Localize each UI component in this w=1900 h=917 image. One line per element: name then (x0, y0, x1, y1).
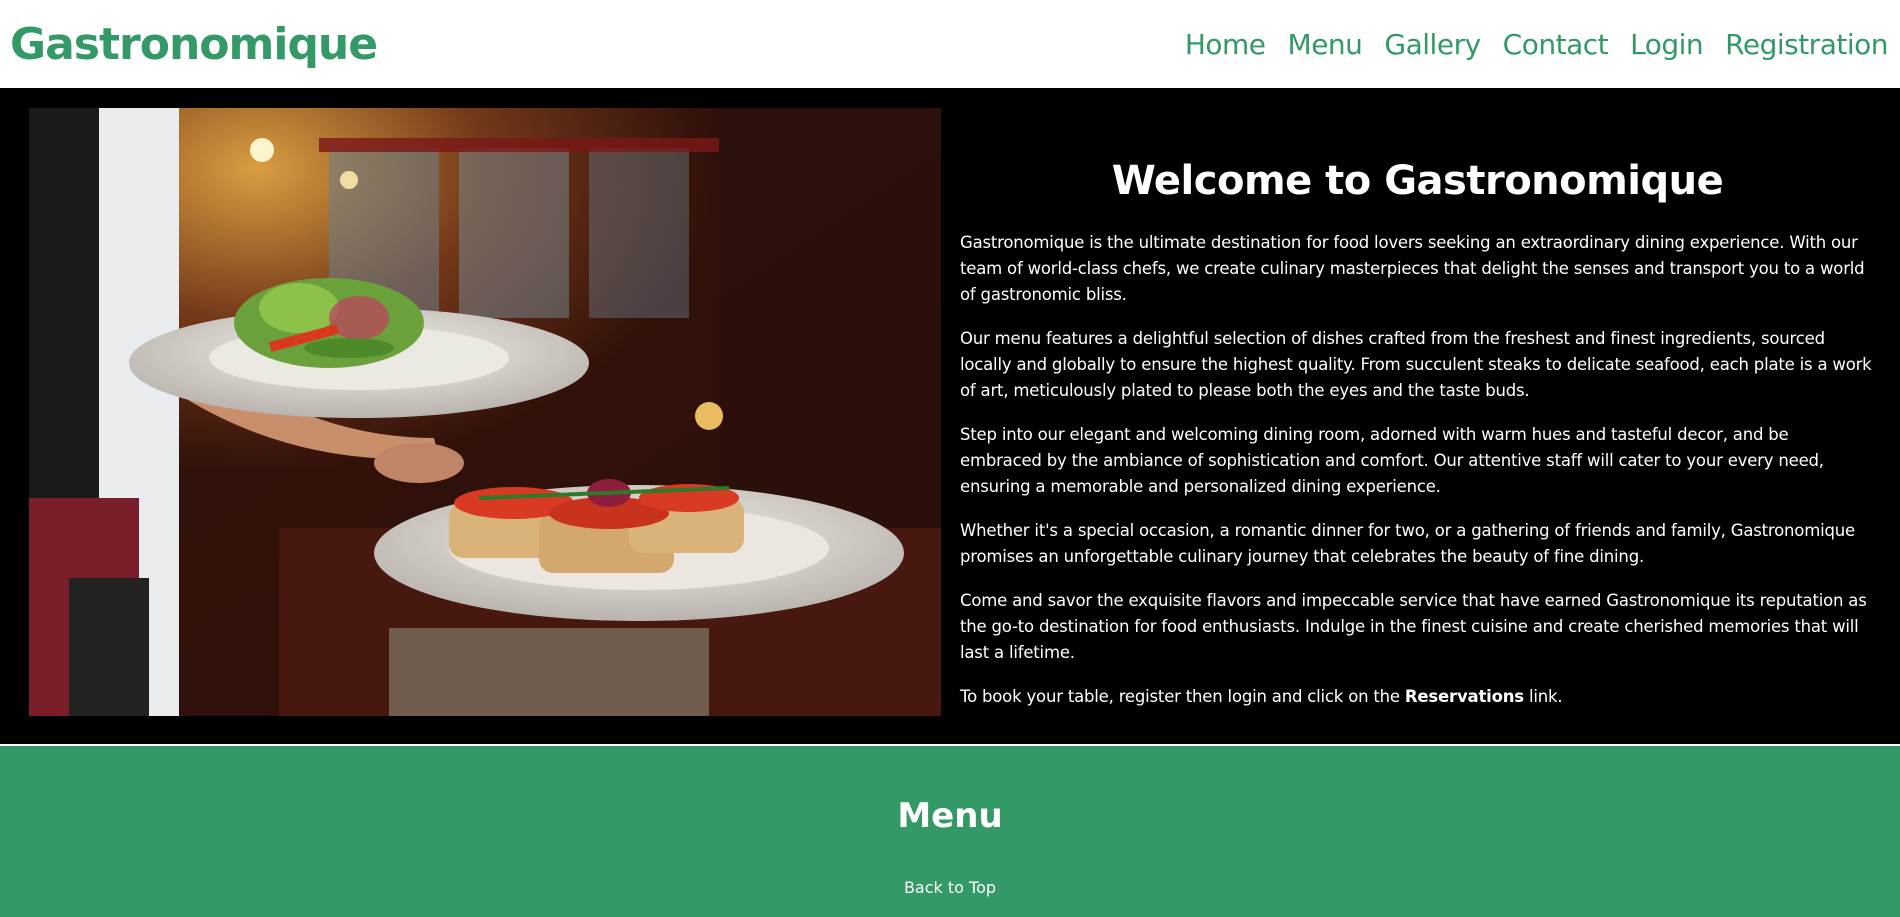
intro-paragraph: Gastronomique is the ultimate destinatio… (960, 233, 1865, 304)
back-to-top-link[interactable]: Back to Top (0, 878, 1900, 897)
welcome-title: Welcome to Gastronomique (1111, 158, 1724, 204)
waiter-plates-illustration (29, 108, 941, 716)
menu-paragraph: Our menu features a delightful selection… (960, 329, 1872, 400)
nav-registration[interactable]: Registration (1725, 28, 1888, 61)
hero-section: Welcome to Gastronomique Gastronomique i… (0, 88, 1900, 744)
nav-home[interactable]: Home (1185, 28, 1266, 61)
savor-paragraph: Come and savor the exquisite flavors and… (960, 591, 1867, 662)
booking-prefix: To book your table, register then login … (960, 687, 1405, 706)
brand-logo[interactable]: Gastronomique (10, 19, 378, 70)
hero-text: Welcome to Gastronomique Gastronomique i… (960, 158, 1875, 728)
nav-contact[interactable]: Contact (1503, 28, 1609, 61)
booking-suffix: link. (1523, 687, 1563, 706)
nav-login[interactable]: Login (1630, 28, 1704, 61)
nav-gallery[interactable]: Gallery (1384, 28, 1481, 61)
main-nav: Home Menu Gallery Contact Login Registra… (1185, 28, 1889, 61)
dining-room-paragraph: Step into our elegant and welcoming dini… (960, 425, 1824, 496)
menu-section: Menu Back to Top (0, 746, 1900, 917)
occasion-paragraph: Whether it's a special occasion, a roman… (960, 521, 1855, 566)
hero-photo (29, 108, 941, 716)
booking-paragraph: To book your table, register then login … (960, 684, 1875, 710)
nav-menu[interactable]: Menu (1288, 28, 1363, 61)
menu-title: Menu (897, 796, 1003, 836)
reservations-link[interactable]: Reservations (1405, 687, 1524, 706)
site-header: Gastronomique Home Menu Gallery Contact … (0, 0, 1900, 88)
